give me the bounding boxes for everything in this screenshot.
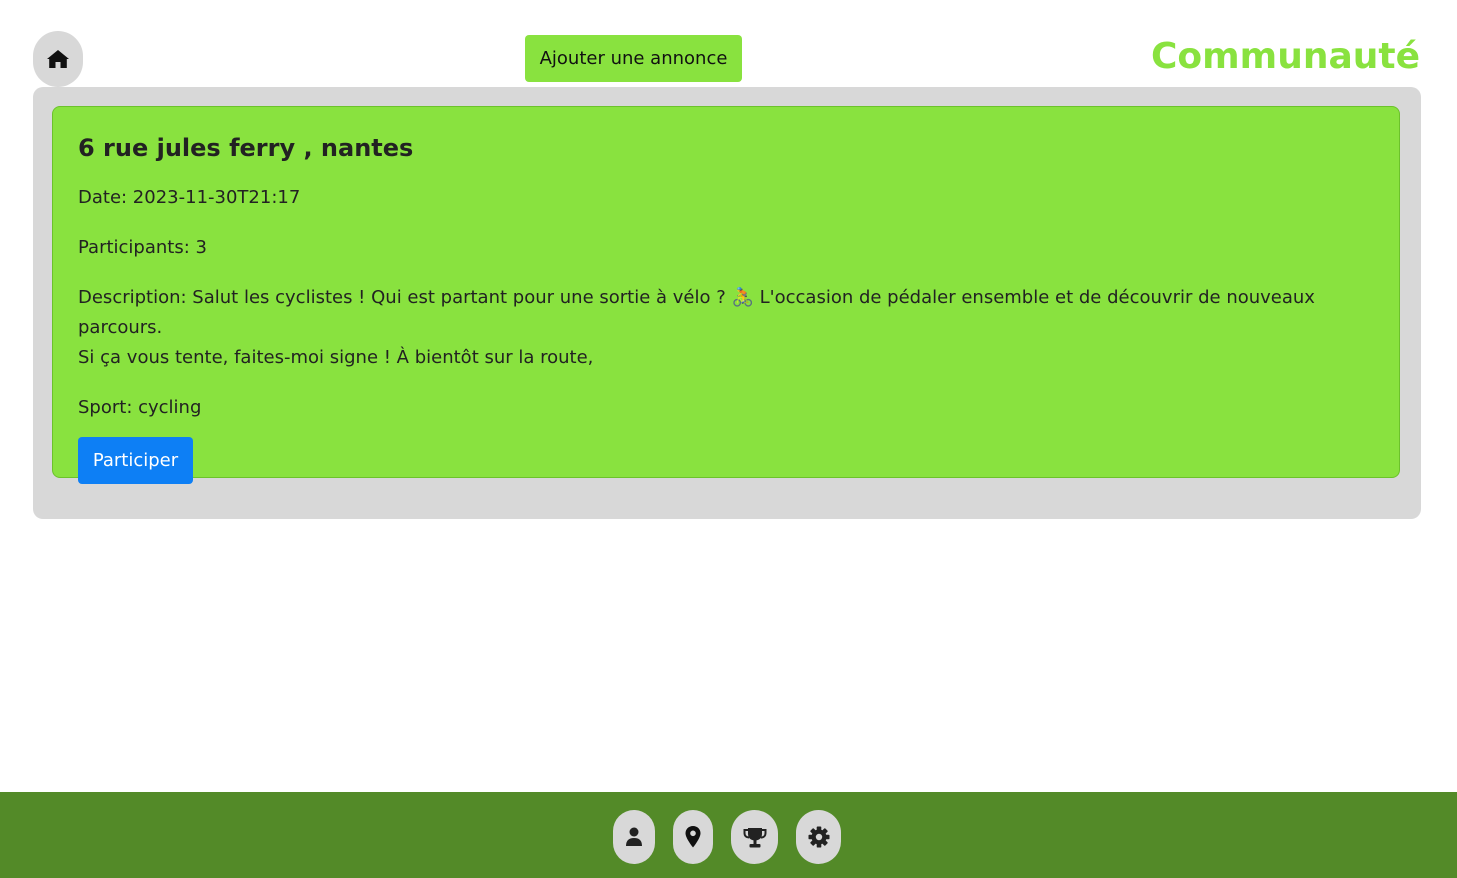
- listing-title: 6 rue jules ferry , nantes: [78, 134, 414, 162]
- trophy-icon: [743, 827, 766, 847]
- map-pin-icon: [685, 826, 701, 848]
- listings-panel: 6 rue jules ferry , nantes Date: 2023-11…: [33, 87, 1421, 519]
- gear-icon: [808, 826, 829, 848]
- page-title: Communauté: [1151, 36, 1420, 77]
- listing-description-line1: Description: Salut les cyclistes ! Qui e…: [78, 287, 1315, 338]
- listing-date: Date: 2023-11-30T21:17: [78, 187, 301, 208]
- listing-description: Description: Salut les cyclistes ! Qui e…: [78, 283, 1374, 373]
- listing-card: 6 rue jules ferry , nantes Date: 2023-11…: [52, 106, 1400, 484]
- settings-button[interactable]: [796, 810, 841, 864]
- listing-sport: Sport: cycling: [78, 397, 202, 418]
- participate-button[interactable]: Participer: [78, 437, 193, 484]
- trophy-button[interactable]: [731, 810, 778, 864]
- user-icon: [626, 827, 642, 846]
- page: Ajouter une annonce Communauté 6 rue jul…: [0, 0, 1457, 878]
- map-button[interactable]: [673, 810, 713, 864]
- listing-participants: Participants: 3: [78, 237, 207, 258]
- profile-button[interactable]: [613, 810, 655, 864]
- listing-description-line2: Si ça vous tente, faites-moi signe ! À b…: [78, 347, 594, 368]
- home-button[interactable]: [33, 31, 83, 87]
- add-listing-button[interactable]: Ajouter une annonce: [525, 35, 742, 82]
- footer-nav: [0, 792, 1457, 878]
- home-icon: [47, 50, 69, 68]
